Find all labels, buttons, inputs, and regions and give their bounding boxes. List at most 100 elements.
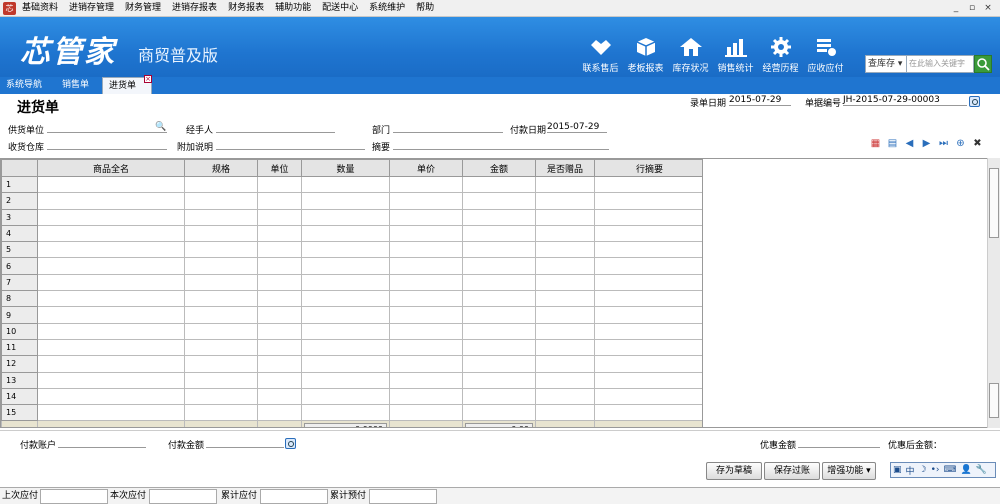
grid-cell[interactable]: [594, 306, 702, 324]
toolbar-stock-status[interactable]: 库存状况: [668, 37, 713, 74]
grid-cell[interactable]: [535, 371, 595, 389]
grid-cell[interactable]: [184, 192, 258, 210]
grid-cell[interactable]: [389, 355, 463, 373]
warehouse-field[interactable]: [47, 139, 167, 150]
grid-cell[interactable]: [184, 322, 258, 340]
grid-cell[interactable]: [535, 224, 595, 243]
pay-amount-lookup-icon[interactable]: [285, 438, 296, 449]
pay-date-field[interactable]: 2015-07-29: [547, 122, 607, 133]
grid-cell[interactable]: [301, 257, 390, 275]
search-button[interactable]: [974, 55, 992, 73]
pay-amount-field[interactable]: [206, 437, 284, 448]
table-row[interactable]: 4: [1, 224, 702, 243]
grid-cell[interactable]: [257, 192, 302, 210]
table-row[interactable]: 7: [1, 273, 702, 292]
col-header-product[interactable]: 商品全名: [37, 159, 185, 177]
grid-cell[interactable]: [257, 241, 302, 259]
grid-cell[interactable]: [389, 404, 463, 422]
grid-cell[interactable]: [462, 290, 536, 308]
grid-cell[interactable]: [257, 371, 302, 389]
toolbar-receivable-payable[interactable]: 应收应付: [803, 37, 848, 74]
grid-cell[interactable]: [462, 241, 536, 259]
grid-cell[interactable]: [535, 257, 595, 275]
table-row[interactable]: 15: [1, 404, 702, 422]
grid-cell[interactable]: [37, 257, 185, 275]
grid-cell[interactable]: [462, 306, 536, 324]
grid-cell[interactable]: [257, 224, 302, 243]
restore-button[interactable]: ▫: [964, 2, 980, 14]
tab-system-nav[interactable]: 系统导航: [0, 77, 48, 94]
dept-field[interactable]: [393, 122, 503, 133]
grid-cell[interactable]: [594, 192, 702, 210]
grid-cell[interactable]: [37, 175, 185, 194]
discount-field[interactable]: [798, 437, 880, 448]
grid-cell[interactable]: [462, 387, 536, 406]
grid-cell[interactable]: [535, 387, 595, 406]
grid-cell[interactable]: [535, 241, 595, 259]
grid-cell[interactable]: [301, 273, 390, 292]
table-row[interactable]: 1: [1, 175, 702, 194]
entry-date-field[interactable]: 2015-07-29: [729, 95, 791, 106]
grid-cell[interactable]: [184, 306, 258, 324]
grid-cell[interactable]: [462, 257, 536, 275]
grid-cell[interactable]: [594, 273, 702, 292]
table-row[interactable]: 11: [1, 338, 702, 357]
toolbar-sales-stats[interactable]: 销售统计: [713, 37, 758, 74]
ime-keyboard-icon[interactable]: ⌨: [944, 465, 957, 475]
tab-sales-order[interactable]: 销售单: [56, 77, 95, 94]
toolbar-business-history[interactable]: 经营历程: [758, 37, 803, 74]
grid-cell[interactable]: [535, 208, 595, 226]
menu-item-aux[interactable]: 辅助功能: [275, 2, 311, 16]
toolbar-after-sales[interactable]: 联系售后: [578, 37, 623, 74]
grid-cell[interactable]: [37, 355, 185, 373]
grid-cell[interactable]: [389, 290, 463, 308]
table-row[interactable]: 13: [1, 371, 702, 389]
table-row[interactable]: 6: [1, 257, 702, 275]
menu-item-inventory-mgmt[interactable]: 进销存管理: [69, 2, 114, 16]
col-header-amount[interactable]: 金额: [462, 159, 536, 177]
grid-cell[interactable]: [462, 322, 536, 340]
supplier-search-icon[interactable]: 🔍: [155, 122, 166, 132]
close-button[interactable]: ×: [980, 2, 996, 14]
ime-moon-icon[interactable]: ☽: [919, 465, 927, 475]
grid-cell[interactable]: [389, 322, 463, 340]
grid-cell[interactable]: [594, 257, 702, 275]
table-row[interactable]: 14: [1, 387, 702, 406]
grid-cell[interactable]: [37, 404, 185, 422]
note-field[interactable]: [216, 139, 365, 150]
ime-user-icon[interactable]: 👤: [961, 465, 972, 475]
grid-cell[interactable]: [37, 224, 185, 243]
summary-field[interactable]: [393, 139, 609, 150]
enhance-button[interactable]: 增强功能 ▾: [822, 462, 876, 480]
grid-cell[interactable]: [389, 241, 463, 259]
grid-cell[interactable]: [389, 224, 463, 243]
table-row[interactable]: 3: [1, 208, 702, 226]
grid-cell[interactable]: [594, 371, 702, 389]
grid-cell[interactable]: [37, 192, 185, 210]
add-row-icon[interactable]: ▦: [869, 137, 882, 150]
grid-cell[interactable]: [184, 404, 258, 422]
tools-icon[interactable]: ✖: [971, 137, 984, 150]
grid-cell[interactable]: [594, 241, 702, 259]
grid-cell[interactable]: [37, 241, 185, 259]
ime-settings-icon[interactable]: 🔧: [976, 465, 987, 475]
grid-cell[interactable]: [594, 175, 702, 194]
grid-cell[interactable]: [257, 322, 302, 340]
grid-cell[interactable]: [535, 175, 595, 194]
arrow-left-icon[interactable]: ◀: [903, 137, 916, 150]
menu-item-finance-mgmt[interactable]: 财务管理: [125, 2, 161, 16]
col-header-gift[interactable]: 是否赠品: [535, 159, 595, 177]
grid-cell[interactable]: [301, 224, 390, 243]
grid-cell[interactable]: [389, 371, 463, 389]
grid-cell[interactable]: [389, 273, 463, 292]
table-row[interactable]: 2: [1, 192, 702, 210]
grid-cell[interactable]: [594, 355, 702, 373]
grid-cell[interactable]: [301, 241, 390, 259]
grid-cell[interactable]: [301, 192, 390, 210]
grid-cell[interactable]: [257, 257, 302, 275]
table-row[interactable]: 10: [1, 322, 702, 340]
grid-cell[interactable]: [184, 175, 258, 194]
search-input[interactable]: 在此输入关键字: [907, 55, 974, 73]
grid-cell[interactable]: [389, 192, 463, 210]
menu-item-system[interactable]: 系统维护: [369, 2, 405, 16]
